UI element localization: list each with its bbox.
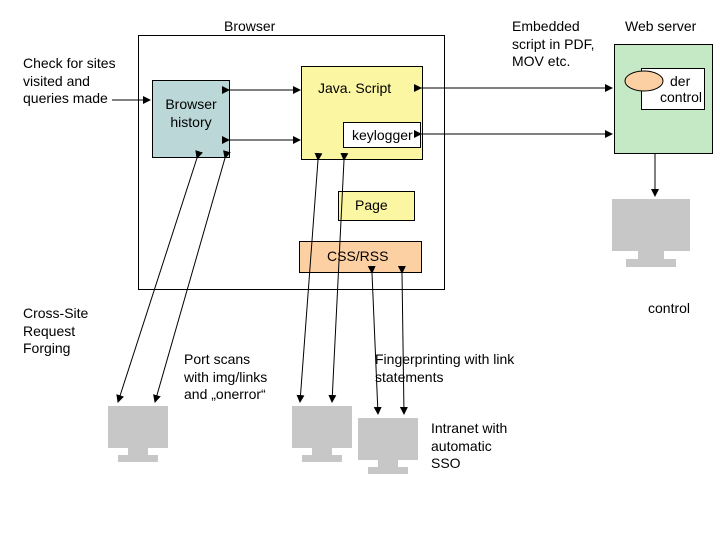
page-label: Page: [355, 197, 388, 215]
control-bottom-label: control: [648, 300, 690, 318]
host-icon-3: [354, 416, 426, 480]
cross-site-label: Cross-Site Request Forging: [23, 305, 113, 358]
javascript-label: Java. Script: [318, 80, 391, 98]
cssrss-label: CSS/RSS: [327, 248, 388, 266]
intranet-label: Intranet with automatic SSO: [431, 420, 511, 473]
under-label: der: [670, 73, 690, 91]
host-icon-1: [104, 404, 176, 468]
embedded-label: Embedded script in PDF, MOV etc.: [512, 18, 602, 71]
port-scans-label: Port scans with img/links and „onerror“: [184, 351, 274, 404]
keylogger-label: keylogger: [352, 127, 413, 145]
browser-title: Browser: [224, 18, 275, 36]
webserver-label: Web server: [625, 18, 696, 36]
oval-icon: [624, 70, 664, 92]
fingerprinting-label: Fingerprinting with link statements: [375, 351, 525, 386]
host-icon-2: [288, 404, 360, 468]
check-for-label: Check for sites visited and queries made: [23, 55, 123, 108]
monitor-icon: [606, 195, 700, 273]
control-label: control: [660, 89, 702, 107]
browser-history-label: Browser history: [159, 96, 223, 131]
